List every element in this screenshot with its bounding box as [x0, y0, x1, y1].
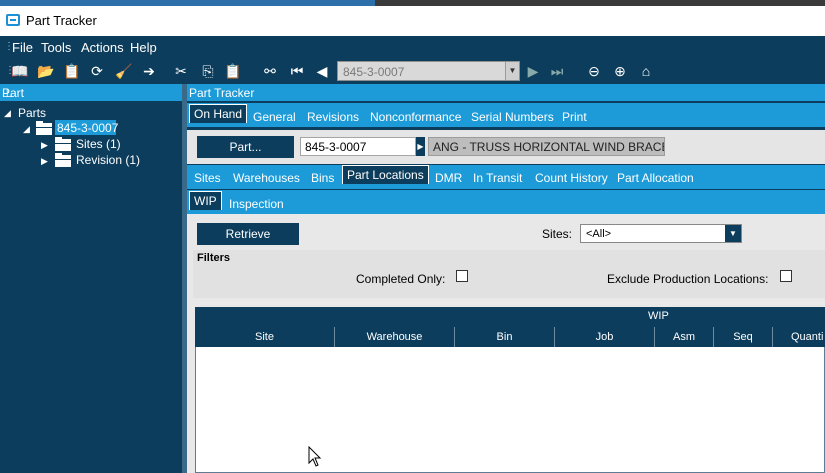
mouse-cursor-icon [308, 446, 322, 467]
tree-node-sites[interactable]: Sites (1) [76, 137, 121, 151]
tree-expanded-icon[interactable]: ◢ [4, 108, 11, 119]
wip-grid-header: Site Warehouse Bin Job Asm Seq Quanti [195, 327, 825, 347]
menu-help[interactable]: Help [130, 40, 157, 55]
exclude-production-label: Exclude Production Locations: [607, 272, 769, 286]
tab-serial-numbers[interactable]: Serial Numbers [471, 110, 554, 124]
sub-sub-tab-bar: WIP Inspection [187, 190, 825, 214]
go-arrow-icon[interactable]: ➔ [140, 62, 158, 80]
forward-circle-icon[interactable]: ⊕ [611, 62, 629, 80]
part-number-field[interactable]: 845-3-0007 [300, 137, 416, 156]
exclude-production-checkbox[interactable] [780, 270, 792, 282]
copy-icon[interactable]: ⎘ [199, 62, 217, 80]
sites-label: Sites: [542, 227, 573, 241]
wip-grid-title-label: WIP [648, 310, 669, 322]
column-header-site[interactable]: Site [195, 327, 335, 347]
home-circle-icon[interactable]: ⌂ [637, 62, 655, 80]
column-header-bin[interactable]: Bin [455, 327, 555, 347]
chevron-down-icon[interactable]: ▼ [505, 62, 519, 80]
sites-select-value: <All> [586, 228, 612, 240]
tab-wip[interactable]: WIP [189, 191, 222, 210]
first-record-icon[interactable]: ⏮ [288, 62, 306, 80]
back-circle-icon[interactable]: ⊖ [585, 62, 603, 80]
attachment-icon[interactable]: 📋 [63, 62, 81, 80]
part-tree-header: Part ⊥ [0, 84, 182, 101]
tab-in-transit[interactable]: In Transit [473, 171, 522, 185]
menu-file[interactable]: File [12, 40, 33, 55]
app-icon [6, 14, 20, 26]
paste-icon[interactable]: 📋 [224, 62, 242, 80]
tab-warehouses[interactable]: Warehouses [233, 171, 300, 185]
wip-grid-title: WIP [195, 307, 825, 327]
tab-dmr[interactable]: DMR [435, 171, 462, 185]
tree-root-parts[interactable]: Parts [18, 106, 46, 120]
retrieve-button[interactable]: Retrieve [197, 223, 299, 245]
tab-sites[interactable]: Sites [194, 171, 221, 185]
tab-nonconformance[interactable]: Nonconformance [370, 110, 461, 124]
column-header-warehouse[interactable]: Warehouse [335, 327, 455, 347]
cut-icon[interactable]: ✂ [172, 62, 190, 80]
main-tab-bar: On Hand General Revisions Nonconformance… [187, 103, 825, 127]
tab-count-history[interactable]: Count History [535, 171, 608, 185]
previous-record-icon[interactable]: ◀ [313, 62, 331, 80]
part-description-field: ANG - TRUSS HORIZONTAL WIND BRACE - [428, 137, 665, 156]
completed-only-label: Completed Only: [356, 272, 446, 286]
tree-collapsed-icon[interactable]: ▶ [41, 140, 48, 151]
part-lookup-button[interactable]: Part... [197, 136, 294, 158]
menu-bar: ⋮ File Tools Actions Help [0, 36, 825, 58]
folder-icon [36, 121, 52, 135]
last-record-icon[interactable]: ⏭ [548, 62, 566, 80]
tree-collapsed-icon[interactable]: ▶ [41, 156, 48, 167]
tree-node-part[interactable]: 845-3-0007 [57, 121, 118, 135]
column-header-asm[interactable]: Asm [655, 327, 714, 347]
column-header-quantity[interactable]: Quanti [773, 327, 825, 347]
part-tracker-header: Part Tracker [187, 84, 825, 101]
tab-bins[interactable]: Bins [311, 171, 334, 185]
open-folder-icon[interactable]: 📂 [37, 62, 55, 80]
tab-on-hand[interactable]: On Hand [189, 104, 248, 123]
sites-select[interactable]: <All> ▼ [580, 224, 742, 243]
part-navigation-value: 845-3-0007 [343, 65, 405, 79]
completed-only-checkbox[interactable] [456, 270, 468, 282]
column-header-seq[interactable]: Seq [714, 327, 773, 347]
part-navigate-icon[interactable]: ▶ [416, 137, 425, 156]
tab-part-locations[interactable]: Part Locations [342, 165, 429, 184]
open-book-icon[interactable]: 📖 [11, 62, 29, 80]
tree-expanded-icon[interactable]: ◢ [23, 124, 30, 135]
refresh-icon[interactable]: ⟳ [88, 62, 106, 80]
tab-revisions[interactable]: Revisions [307, 110, 359, 124]
filters-title: Filters [197, 252, 231, 264]
menu-actions[interactable]: Actions [81, 40, 124, 55]
tab-general[interactable]: General [253, 110, 296, 124]
pin-icon[interactable]: ⊥ [2, 86, 176, 100]
search-binoculars-icon[interactable]: ⚯ [261, 62, 279, 80]
window-title: Part Tracker [26, 13, 97, 28]
tree-node-revision[interactable]: Revision (1) [76, 153, 140, 167]
tab-inspection[interactable]: Inspection [229, 197, 284, 211]
part-tracker-header-label: Part Tracker [189, 86, 255, 100]
folder-icon [55, 137, 71, 151]
sub-tab-bar: Sites Warehouses Bins Part Locations DMR… [187, 165, 825, 189]
menu-tools[interactable]: Tools [41, 40, 71, 55]
tab-part-allocation[interactable]: Part Allocation [617, 171, 694, 185]
tab-print[interactable]: Print [562, 110, 587, 124]
chevron-down-icon[interactable]: ▼ [725, 225, 741, 242]
next-record-icon[interactable]: ▶ [524, 62, 542, 80]
part-navigation-combo[interactable]: 845-3-0007 ▼ [337, 61, 520, 81]
folder-icon [55, 153, 71, 167]
clear-brush-icon[interactable]: 🧹 [115, 62, 133, 80]
title-bar [0, 6, 825, 36]
column-header-job[interactable]: Job [555, 327, 655, 347]
